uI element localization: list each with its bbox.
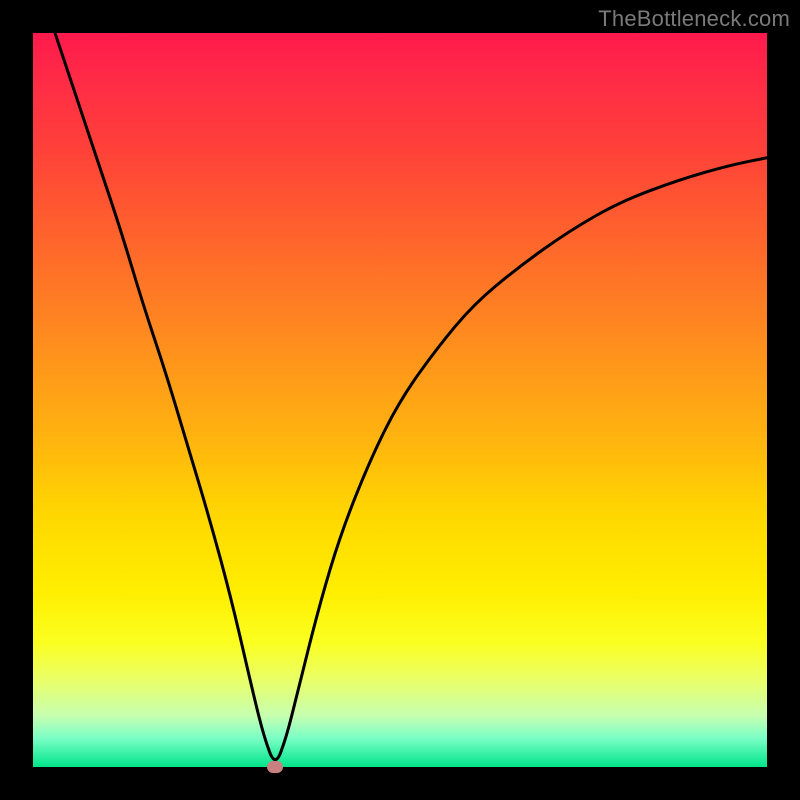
- chart-frame: TheBottleneck.com: [0, 0, 800, 800]
- attribution-text: TheBottleneck.com: [598, 6, 790, 32]
- minimum-marker: [267, 761, 283, 773]
- bottleneck-curve: [33, 33, 767, 767]
- plot-area: [33, 33, 767, 767]
